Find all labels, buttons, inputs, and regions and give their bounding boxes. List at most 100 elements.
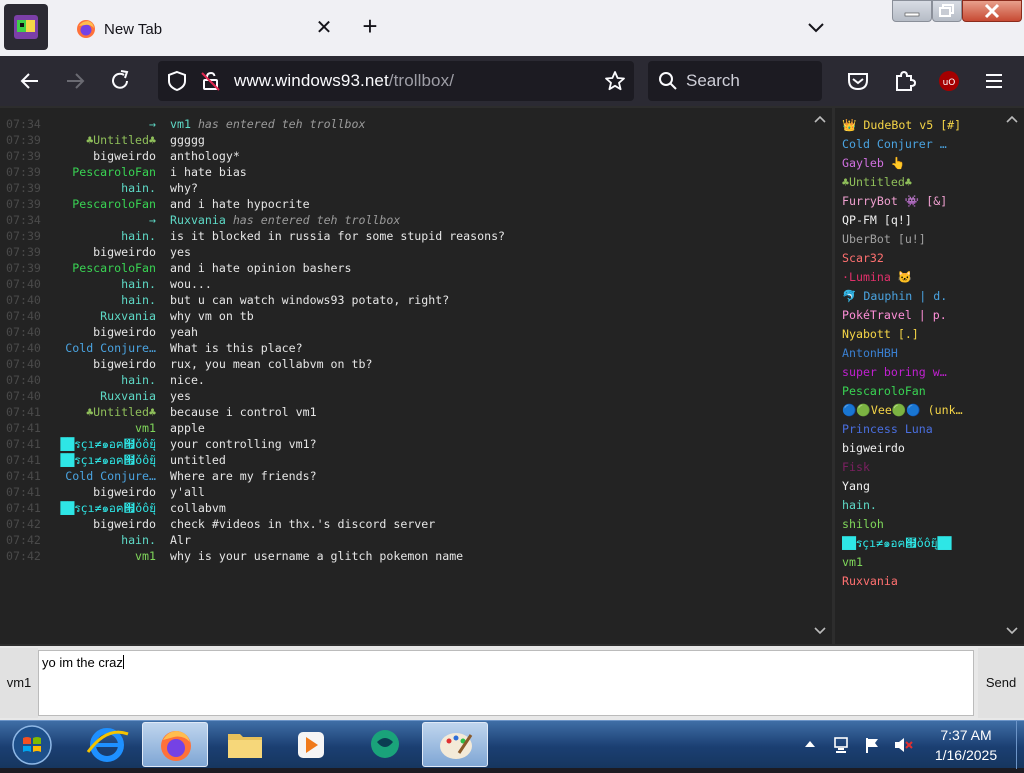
- close-tab-icon[interactable]: ✕: [312, 16, 336, 40]
- scroll-up-icon[interactable]: [1006, 114, 1018, 124]
- users-scrollbar[interactable]: [1000, 108, 1024, 644]
- taskbar-paint[interactable]: [422, 722, 488, 767]
- close-window-button[interactable]: [962, 0, 1022, 22]
- message-nick[interactable]: bigweirdo: [93, 244, 156, 260]
- message-nick[interactable]: Ruxvania: [100, 388, 156, 404]
- forward-arrow-icon[interactable]: [59, 65, 91, 97]
- pocket-icon[interactable]: [842, 65, 874, 97]
- clock[interactable]: 7:37 AM 1/16/2025: [918, 725, 1014, 765]
- message-nick[interactable]: PescaroloFan: [72, 196, 156, 212]
- scroll-down-icon[interactable]: [1006, 626, 1018, 636]
- search-bar[interactable]: Search: [648, 61, 822, 101]
- show-desktop-button[interactable]: [1016, 721, 1024, 769]
- bookmark-star-icon[interactable]: [604, 70, 626, 92]
- maximize-button[interactable]: [932, 0, 962, 22]
- online-users-panel[interactable]: 👑 DudeBot v5 [#] Cold Conjurer … Gayleb 👆 ♣…: [835, 108, 1024, 644]
- message-nick[interactable]: bigweirdo: [93, 324, 156, 340]
- action-center-flag-icon[interactable]: [862, 735, 882, 755]
- nickname-button[interactable]: vm1: [0, 648, 38, 718]
- taskbar-file-explorer[interactable]: [212, 722, 278, 767]
- back-arrow-icon[interactable]: [14, 65, 46, 97]
- user-list-item[interactable]: PokéTravel | p.: [842, 306, 1002, 325]
- list-all-tabs-icon[interactable]: [804, 16, 828, 38]
- taskbar-firefox[interactable]: [142, 722, 208, 767]
- message-nick[interactable]: hain.: [121, 276, 156, 292]
- user-list-item[interactable]: vm1: [842, 553, 1002, 572]
- message-nick[interactable]: →: [149, 212, 156, 228]
- user-list-item[interactable]: bigweirdo: [842, 439, 1002, 458]
- ublock-origin-icon[interactable]: uO: [933, 65, 965, 97]
- new-tab-button[interactable]: +: [356, 13, 384, 41]
- message-nick[interactable]: hain.: [121, 228, 156, 244]
- message-nick[interactable]: vm1: [135, 420, 156, 436]
- message-time: 07:42: [6, 549, 41, 563]
- start-button-icon[interactable]: [6, 723, 58, 767]
- message-nick[interactable]: ██รçı≠๑อฅ๟ǒỗยุ: [60, 436, 156, 452]
- address-bar[interactable]: www.windows93.net/trollbox/: [158, 61, 634, 101]
- tab-new-tab[interactable]: New Tab ✕: [62, 4, 342, 52]
- taskbar-chat-app[interactable]: [352, 722, 418, 767]
- chat-input-bar: vm1 yo im the craz Send: [0, 646, 1024, 720]
- user-list-item[interactable]: 🔵🟢Vee🟢🔵 (unk…: [842, 401, 1002, 420]
- message-nick[interactable]: Cold Conjure…: [65, 468, 156, 484]
- volume-muted-icon[interactable]: [892, 735, 914, 755]
- user-list-item[interactable]: shiloh: [842, 515, 1002, 534]
- user-list-item[interactable]: UberBot [u!]: [842, 230, 1002, 249]
- taskbar-media-player[interactable]: [278, 722, 344, 767]
- message-nick[interactable]: bigweirdo: [93, 148, 156, 164]
- message-nick[interactable]: bigweirdo: [93, 356, 156, 372]
- firefox-view-icon[interactable]: [4, 4, 48, 50]
- scroll-up-icon[interactable]: [814, 114, 826, 124]
- message-nick[interactable]: vm1: [135, 548, 156, 564]
- minimize-button[interactable]: [892, 0, 932, 22]
- user-list-item[interactable]: ·Lumina 🐱: [842, 268, 1002, 287]
- scroll-down-icon[interactable]: [814, 626, 826, 636]
- reload-icon[interactable]: [104, 65, 136, 97]
- message-nick[interactable]: PescaroloFan: [72, 164, 156, 180]
- message-nick[interactable]: ██รçı≠๑อฅ๟ǒỗยุ: [60, 500, 156, 516]
- show-hidden-icons-icon[interactable]: [804, 739, 816, 749]
- user-list-item[interactable]: ██รçı≠๑อฅ๟ǒỗยุ██: [842, 534, 1002, 553]
- message-nick[interactable]: hain.: [121, 372, 156, 388]
- user-list-item[interactable]: FurryBot 👾 [&]: [842, 192, 1002, 211]
- user-list-item[interactable]: PescaroloFan: [842, 382, 1002, 401]
- extensions-puzzle-icon[interactable]: [888, 65, 920, 97]
- message-nick[interactable]: ██รçı≠๑อฅ๟ǒỗยุ: [60, 452, 156, 468]
- user-list-item[interactable]: 👑 DudeBot v5 [#]: [842, 116, 1002, 135]
- message-nick[interactable]: ♣Untitled♣: [86, 132, 156, 148]
- message-nick[interactable]: hain.: [121, 180, 156, 196]
- user-list-item[interactable]: hain.: [842, 496, 1002, 515]
- user-list-item[interactable]: Princess Luna: [842, 420, 1002, 439]
- user-list-item[interactable]: Ruxvania: [842, 572, 1002, 591]
- user-list-item[interactable]: Fisk: [842, 458, 1002, 477]
- user-list-item[interactable]: 🐬 Dauphin | d.: [842, 287, 1002, 306]
- hamburger-menu-icon[interactable]: [978, 65, 1010, 97]
- insecure-lock-icon[interactable]: [200, 70, 222, 92]
- message-nick[interactable]: ♣Untitled♣: [86, 404, 156, 420]
- user-list-item[interactable]: Gayleb 👆: [842, 154, 1002, 173]
- tracking-shield-icon[interactable]: [166, 70, 188, 92]
- user-list-item[interactable]: Cold Conjurer …: [842, 135, 1002, 154]
- message-nick[interactable]: bigweirdo: [93, 516, 156, 532]
- message-nick[interactable]: →: [149, 116, 156, 132]
- send-button[interactable]: Send: [978, 648, 1024, 718]
- chat-messages-panel[interactable]: 07:34 → vm1 has entered teh trollbox 07:39 ♣…: [0, 108, 832, 644]
- url-text[interactable]: www.windows93.net/trollbox/: [234, 71, 454, 91]
- user-list-item[interactable]: Nyabott [.]: [842, 325, 1002, 344]
- user-list-item[interactable]: Yang: [842, 477, 1002, 496]
- user-list-item[interactable]: Scar32: [842, 249, 1002, 268]
- taskbar-internet-explorer[interactable]: [74, 722, 140, 767]
- user-list-item[interactable]: ♣Untitled♣: [842, 173, 1002, 192]
- network-icon[interactable]: [832, 735, 852, 755]
- message-input[interactable]: yo im the craz: [38, 650, 974, 716]
- chat-scrollbar[interactable]: [808, 108, 832, 644]
- user-list-item[interactable]: AntonHBH: [842, 344, 1002, 363]
- user-list-item[interactable]: QP-FM [q!]: [842, 211, 1002, 230]
- message-nick[interactable]: Cold Conjure…: [65, 340, 156, 356]
- message-nick[interactable]: Ruxvania: [100, 308, 156, 324]
- message-nick[interactable]: hain.: [121, 532, 156, 548]
- user-list-item[interactable]: super boring w…: [842, 363, 1002, 382]
- message-nick[interactable]: bigweirdo: [93, 484, 156, 500]
- message-nick[interactable]: hain.: [121, 292, 156, 308]
- message-nick[interactable]: PescaroloFan: [72, 260, 156, 276]
